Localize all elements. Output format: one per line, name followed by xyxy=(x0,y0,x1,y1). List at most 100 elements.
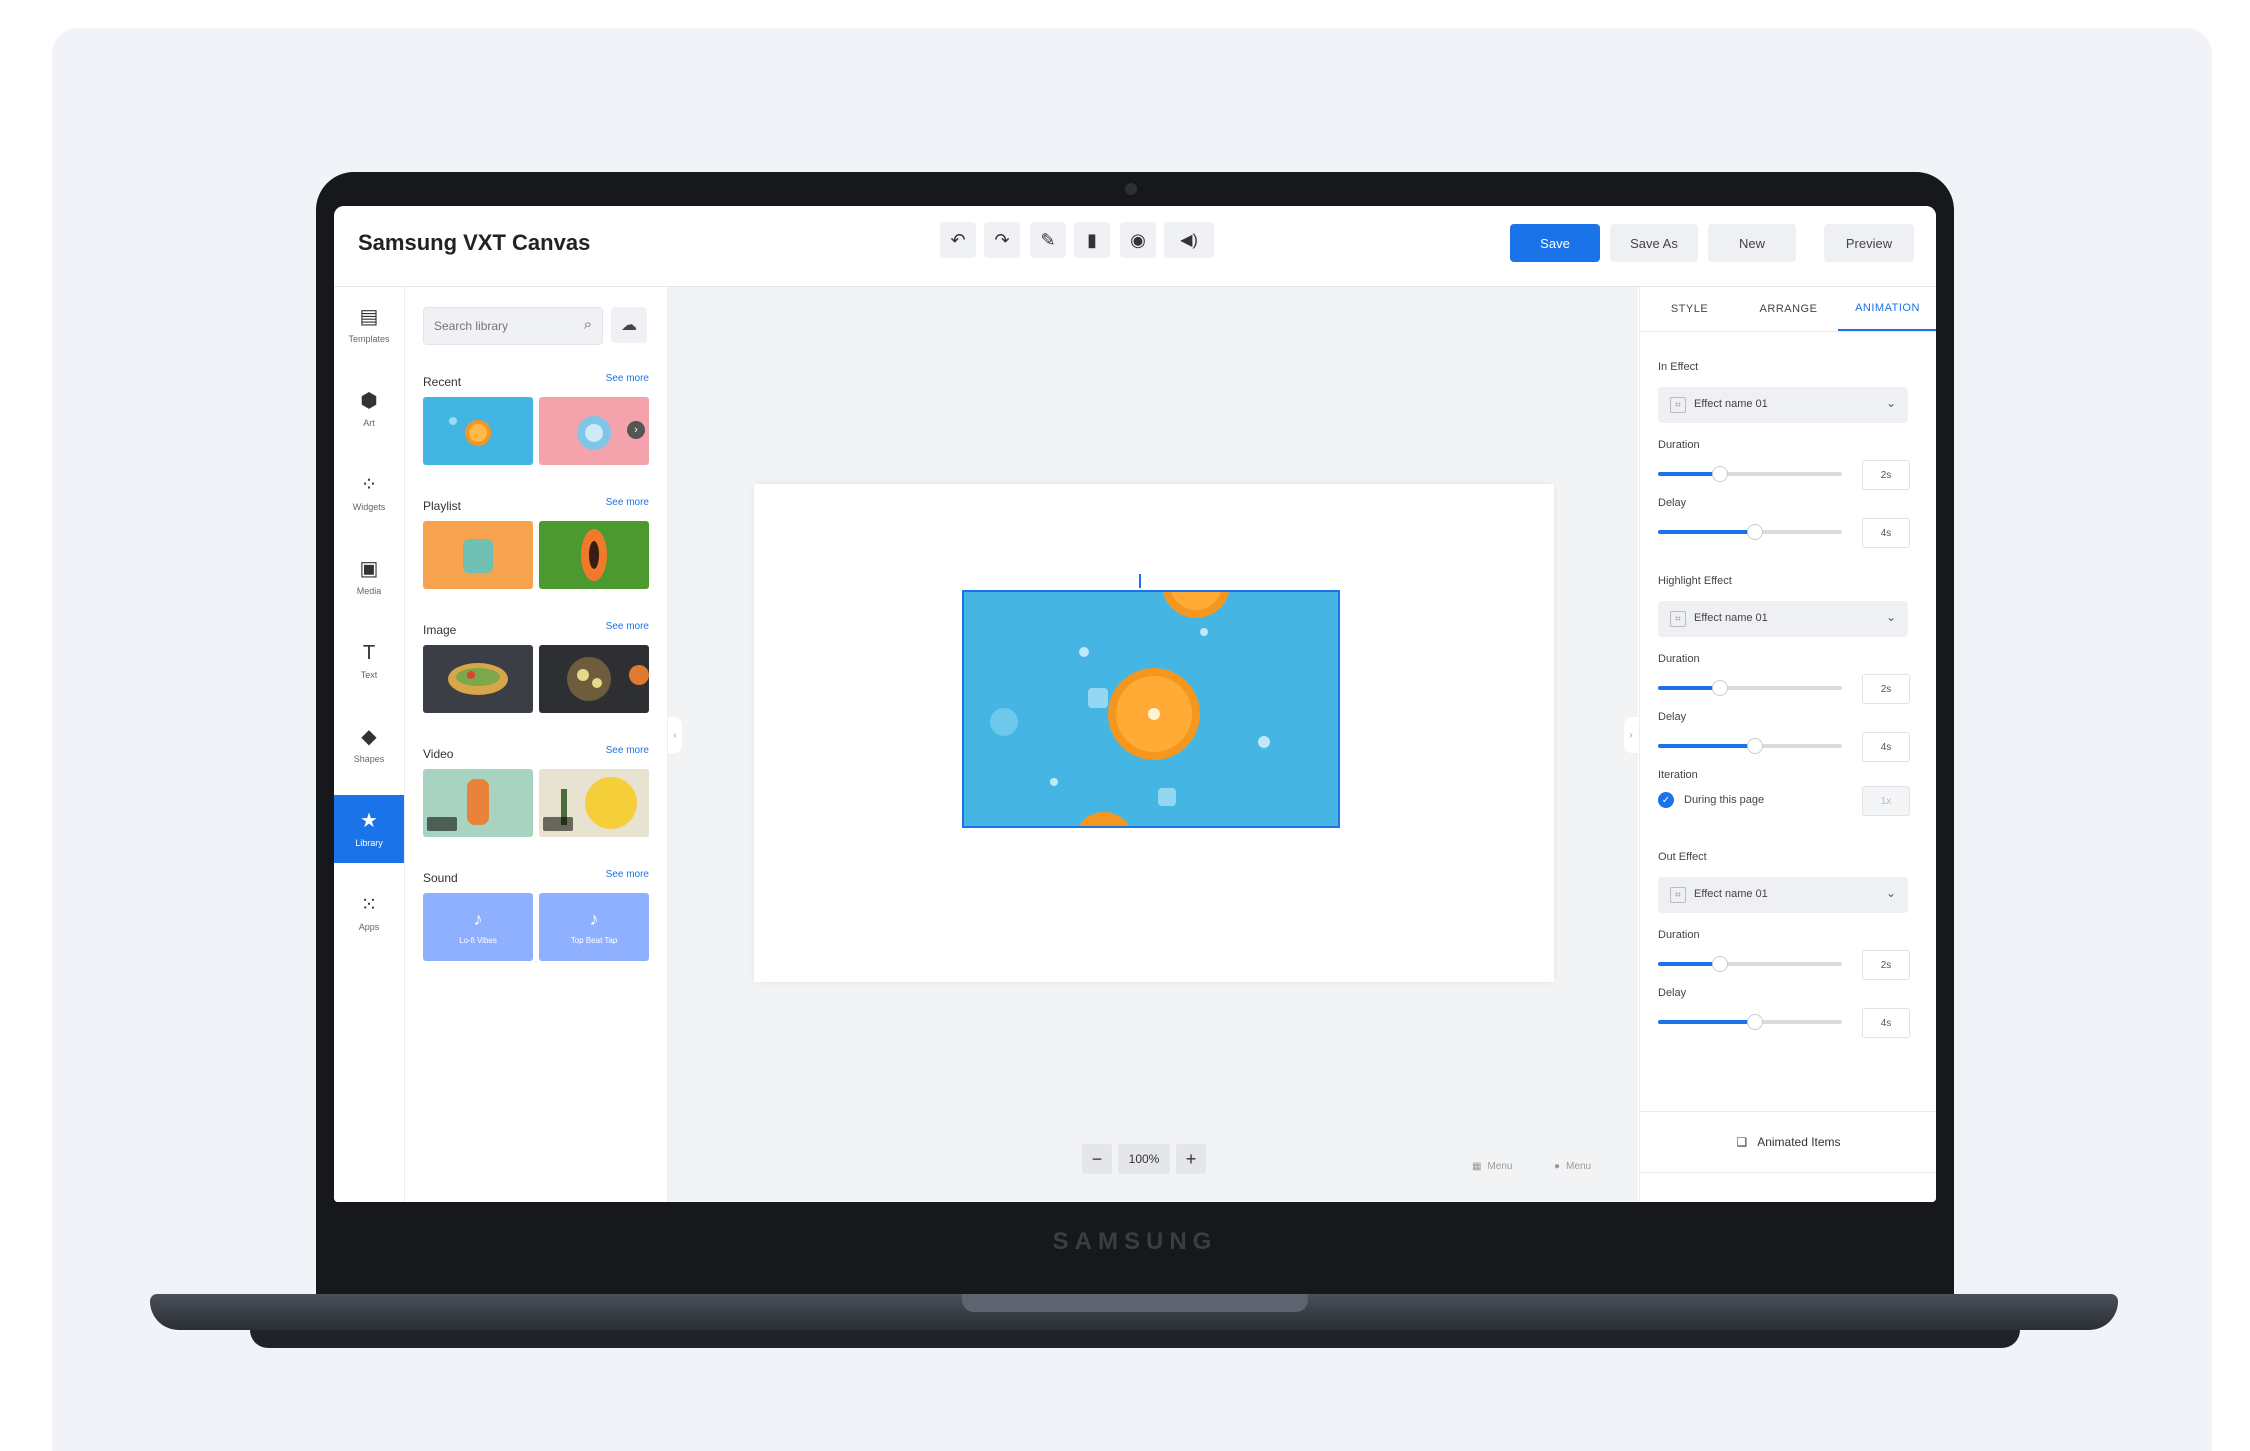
highlight-effect-select[interactable]: ⌗ Effect name 01 ⌄ xyxy=(1658,601,1908,637)
see-more-link[interactable]: See more xyxy=(606,745,649,756)
animated-items-button[interactable]: ❏ Animated Items xyxy=(1640,1111,1936,1173)
out-delay-slider[interactable] xyxy=(1658,1014,1842,1030)
sidebar-item-widgets[interactable]: ⁘ Widgets xyxy=(334,459,404,527)
collapse-left-icon[interactable]: ‹ xyxy=(668,717,682,753)
webcam xyxy=(1125,183,1137,195)
save-button[interactable]: Save xyxy=(1510,224,1600,262)
history-tools: ↶ ↷ xyxy=(940,222,1020,258)
record-icon[interactable]: ◉ xyxy=(1120,222,1156,258)
edit-tools: ✎ ▮ xyxy=(1030,222,1110,258)
media-tools: ◉ ◀) xyxy=(1120,222,1214,258)
sidebar-item-media[interactable]: ▣ Media xyxy=(334,543,404,611)
iteration-input[interactable]: 1x xyxy=(1862,786,1910,816)
orange-image xyxy=(964,592,1338,826)
playlist-thumb-2[interactable] xyxy=(539,521,649,589)
out-effect-label: Out Effect xyxy=(1658,851,1707,863)
slider-handle[interactable] xyxy=(1746,1014,1763,1030)
cloud-icon[interactable]: ☁ xyxy=(611,307,647,343)
new-button[interactable]: New xyxy=(1708,224,1796,262)
image-thumb-tacos[interactable] xyxy=(423,645,533,713)
slider-handle[interactable] xyxy=(1746,524,1763,540)
star-icon: ★ xyxy=(360,810,378,832)
section-recent: Recent See more › xyxy=(423,373,649,469)
out-duration-slider[interactable] xyxy=(1658,956,1842,972)
chevron-down-icon: ⌄ xyxy=(1885,610,1896,624)
section-video: Video See more xyxy=(423,745,649,841)
slider-handle[interactable] xyxy=(1711,956,1728,972)
art-icon: ⬢ xyxy=(360,390,378,412)
settings-icon: ● xyxy=(1554,1161,1561,1172)
workspace-footer-left[interactable]: ▦ Menu xyxy=(1472,1161,1512,1172)
in-duration-slider[interactable] xyxy=(1658,466,1842,482)
device-brand: SAMSUNG xyxy=(1052,1228,1218,1255)
see-more-link[interactable]: See more xyxy=(606,373,649,384)
tab-style[interactable]: STYLE xyxy=(1640,287,1739,331)
redo-icon[interactable]: ↷ xyxy=(984,222,1020,258)
iteration-checkbox[interactable]: ✓ xyxy=(1658,792,1674,808)
duration-label: Duration xyxy=(1658,439,1700,451)
widgets-icon: ⁘ xyxy=(360,474,378,496)
sidebar-item-templates[interactable]: ▤ Templates xyxy=(334,291,404,359)
sidebar-item-apps[interactable]: ⁙ Apps xyxy=(334,879,404,947)
highlight-duration-input[interactable]: 2s xyxy=(1862,674,1910,704)
see-more-link[interactable]: See more xyxy=(606,869,649,880)
zoom-out-button[interactable]: − xyxy=(1082,1144,1112,1174)
tab-arrange[interactable]: ARRANGE xyxy=(1739,287,1838,331)
undo-icon[interactable]: ↶ xyxy=(940,222,976,258)
slider-handle[interactable] xyxy=(1711,466,1728,482)
highlight-delay-input[interactable]: 4s xyxy=(1862,732,1910,762)
sidebar-item-shapes[interactable]: ◆ Shapes xyxy=(334,711,404,779)
see-more-link[interactable]: See more xyxy=(606,497,649,508)
search-input[interactable] xyxy=(424,308,576,344)
workspace-footer-right[interactable]: ● Menu xyxy=(1554,1161,1591,1172)
in-duration-input[interactable]: 2s xyxy=(1862,460,1910,490)
highlight-delay-slider[interactable] xyxy=(1658,738,1842,754)
library-panel: ⌕ ☁ Recent See more › Playlist See more xyxy=(405,287,668,1202)
effect-icon: ⌗ xyxy=(1670,397,1686,413)
pen-icon[interactable]: ✎ xyxy=(1030,222,1066,258)
recent-thumb-orange[interactable] xyxy=(423,397,533,465)
collapse-right-icon[interactable]: › xyxy=(1624,717,1638,753)
rotate-handle[interactable] xyxy=(1139,574,1147,588)
effect-icon: ⌗ xyxy=(1670,887,1686,903)
chevron-down-icon: ⌄ xyxy=(1885,396,1896,410)
in-delay-input[interactable]: 4s xyxy=(1862,518,1910,548)
duration-label: Duration xyxy=(1658,929,1700,941)
sidebar-item-text[interactable]: T Text xyxy=(334,627,404,695)
out-duration-input[interactable]: 2s xyxy=(1862,950,1910,980)
preview-button[interactable]: Preview xyxy=(1824,224,1914,262)
laptop-hinge xyxy=(962,1294,1308,1312)
slider-handle[interactable] xyxy=(1711,680,1728,696)
delete-icon[interactable]: ▮ xyxy=(1074,222,1110,258)
tab-animation[interactable]: ANIMATION xyxy=(1838,287,1936,331)
highlight-duration-slider[interactable] xyxy=(1658,680,1842,696)
out-effect-select[interactable]: ⌗ Effect name 01 ⌄ xyxy=(1658,877,1908,913)
zoom-level[interactable]: 100% xyxy=(1118,1144,1170,1174)
playlist-thumb-1[interactable] xyxy=(423,521,533,589)
music-note-icon: ♪ xyxy=(473,909,483,929)
highlight-effect-label: Highlight Effect xyxy=(1658,575,1732,587)
video-thumb-2[interactable] xyxy=(539,769,649,837)
sidebar-item-library[interactable]: ★ Library xyxy=(334,795,404,863)
delay-label: Delay xyxy=(1658,987,1687,999)
layers-icon: ❏ xyxy=(1736,1135,1748,1149)
chevron-right-icon[interactable]: › xyxy=(627,421,645,439)
save-as-button[interactable]: Save As xyxy=(1610,224,1698,262)
sound-item[interactable]: ♪ Top Beat Tap xyxy=(539,893,649,961)
volume-icon[interactable]: ◀) xyxy=(1164,222,1214,258)
recent-thumb-pink[interactable]: › xyxy=(539,397,649,465)
image-thumb-food[interactable] xyxy=(539,645,649,713)
zoom-controls: − 100% + xyxy=(1082,1144,1206,1174)
search-icon[interactable]: ⌕ xyxy=(584,316,592,333)
in-effect-select[interactable]: ⌗ Effect name 01 ⌄ xyxy=(1658,387,1908,423)
sidebar-item-art[interactable]: ⬢ Art xyxy=(334,375,404,443)
slider-handle[interactable] xyxy=(1746,738,1763,754)
selected-image[interactable] xyxy=(962,590,1340,828)
in-delay-slider[interactable] xyxy=(1658,524,1842,540)
sound-item[interactable]: ♪ Lo-fi Vibes xyxy=(423,893,533,961)
in-effect-label: In Effect xyxy=(1658,361,1699,373)
out-delay-input[interactable]: 4s xyxy=(1862,1008,1910,1038)
zoom-in-button[interactable]: + xyxy=(1176,1144,1206,1174)
video-thumb-1[interactable] xyxy=(423,769,533,837)
see-more-link[interactable]: See more xyxy=(606,621,649,632)
